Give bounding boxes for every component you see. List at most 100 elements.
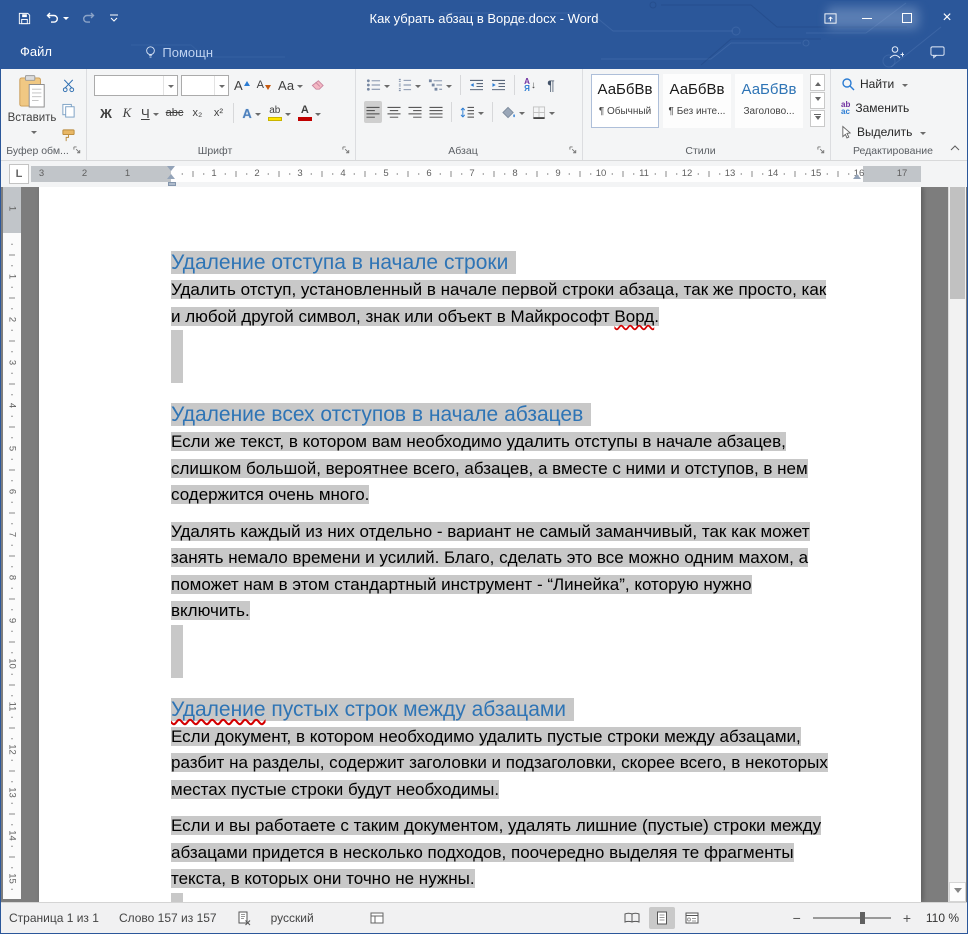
document-line[interactable] bbox=[171, 651, 863, 678]
document-line[interactable]: содержится очень много. bbox=[171, 482, 863, 509]
undo-icon[interactable] bbox=[44, 1, 69, 35]
shrink-font-button[interactable]: А bbox=[255, 74, 273, 96]
document-line[interactable]: Удаление пустых строк между абзацами bbox=[171, 696, 863, 724]
font-name-combobox[interactable] bbox=[94, 75, 178, 96]
styles-scroll-up-icon[interactable] bbox=[810, 74, 825, 91]
styles-dialog-launcher-icon[interactable] bbox=[816, 145, 827, 156]
maximize-button[interactable] bbox=[887, 1, 927, 35]
print-layout-button[interactable] bbox=[649, 907, 675, 929]
page-count[interactable]: Страница 1 из 1 bbox=[9, 911, 99, 925]
document-line[interactable]: местах пустые строки будут необходимы. bbox=[171, 777, 863, 804]
zoom-in-button[interactable]: + bbox=[903, 910, 911, 926]
close-button[interactable]: × bbox=[927, 1, 967, 35]
document-line[interactable]: Если же текст, в котором вам необходимо … bbox=[171, 429, 863, 456]
shading-button[interactable] bbox=[499, 101, 527, 123]
scrollbar-thumb[interactable] bbox=[950, 187, 965, 299]
macro-record-icon[interactable] bbox=[370, 912, 384, 924]
change-case-button[interactable]: Аа bbox=[276, 74, 305, 96]
align-left-button[interactable] bbox=[364, 101, 382, 123]
word-count[interactable]: Слово 157 из 157 bbox=[119, 911, 217, 925]
ribbon-tab[interactable]: Файл bbox=[7, 35, 133, 69]
zoom-slider-thumb[interactable] bbox=[860, 912, 865, 924]
document-line[interactable]: слишком большой, вероятнее всего, абзаце… bbox=[171, 456, 863, 483]
italic-button[interactable]: К bbox=[118, 102, 136, 124]
align-center-button[interactable] bbox=[385, 101, 403, 123]
document-line[interactable]: Если и вы работаете с таким документом, … bbox=[171, 813, 863, 840]
decrease-indent-button[interactable] bbox=[467, 74, 486, 96]
document-line[interactable] bbox=[171, 357, 863, 384]
document-line[interactable] bbox=[171, 625, 863, 652]
borders-button[interactable] bbox=[530, 101, 557, 123]
style-card[interactable]: АаБбВв ¶ Обычный bbox=[591, 74, 659, 128]
align-right-button[interactable] bbox=[406, 101, 424, 123]
document-line[interactable]: разбит на разделы, содержит заголовки и … bbox=[171, 750, 863, 777]
document-line[interactable] bbox=[171, 509, 863, 519]
document-line[interactable]: текста, в которых они точно не нужны. bbox=[171, 866, 863, 893]
cut-button[interactable] bbox=[59, 74, 78, 96]
paste-button[interactable]: Вставить bbox=[8, 74, 56, 150]
zoom-level[interactable]: 110 % bbox=[919, 911, 959, 925]
document-line[interactable]: Если документ, в котором необходимо удал… bbox=[171, 724, 863, 751]
font-size-dropdown-icon[interactable] bbox=[214, 76, 228, 95]
vertical-scrollbar[interactable] bbox=[948, 187, 966, 902]
redo-icon[interactable] bbox=[81, 1, 97, 35]
sort-button[interactable]: АЯ ↓ bbox=[521, 74, 539, 96]
ribbon-display-options-icon[interactable] bbox=[813, 1, 847, 35]
proofing-errors-icon[interactable] bbox=[237, 911, 251, 926]
read-mode-button[interactable] bbox=[619, 907, 645, 929]
bold-button[interactable]: Ж bbox=[97, 102, 115, 124]
document-line[interactable]: включить. bbox=[171, 598, 863, 625]
zoom-slider[interactable] bbox=[813, 917, 891, 919]
style-card[interactable]: АаБбВв Заголово... bbox=[735, 74, 803, 128]
undo-dropdown-icon[interactable] bbox=[63, 17, 69, 23]
document-line[interactable] bbox=[171, 330, 863, 357]
document-line[interactable]: занять немало времени и усилий. Благо, с… bbox=[171, 545, 863, 572]
line-spacing-button[interactable] bbox=[458, 101, 486, 123]
multilevel-list-button[interactable] bbox=[426, 74, 454, 96]
left-indent-marker[interactable] bbox=[168, 182, 176, 186]
replace-button[interactable]: abac Заменить bbox=[841, 98, 909, 118]
document-line[interactable]: Удаление всех отступов в начале абзацев bbox=[171, 401, 863, 429]
bullets-button[interactable] bbox=[364, 74, 392, 96]
share-person-icon[interactable] bbox=[888, 45, 904, 59]
format-painter-button[interactable] bbox=[59, 124, 78, 146]
text-effects-button[interactable]: А bbox=[240, 102, 262, 124]
style-card[interactable]: АаБбВв ¶ Без инте... bbox=[663, 74, 731, 128]
language-indicator[interactable]: русский bbox=[271, 911, 314, 925]
numbering-button[interactable] bbox=[395, 74, 423, 96]
text-highlight-button[interactable]: ab bbox=[266, 102, 293, 124]
document-line[interactable]: поможет нам в этом стандартный инструмен… bbox=[171, 572, 863, 599]
show-paragraph-marks-button[interactable]: ¶ bbox=[542, 74, 560, 96]
copy-button[interactable] bbox=[59, 99, 78, 121]
collapse-ribbon-icon[interactable] bbox=[950, 140, 960, 154]
grow-font-button[interactable]: А bbox=[232, 74, 252, 96]
clear-formatting-button[interactable] bbox=[308, 74, 327, 96]
clipboard-dialog-launcher-icon[interactable] bbox=[72, 145, 83, 156]
font-size-combobox[interactable] bbox=[181, 75, 229, 96]
document-page[interactable]: Удаление отступа в начале строкиУдалить … bbox=[39, 187, 921, 902]
select-button[interactable]: Выделить bbox=[841, 122, 926, 142]
font-dialog-launcher-icon[interactable] bbox=[341, 145, 352, 156]
document-line[interactable] bbox=[171, 803, 863, 813]
tab-help[interactable]: Помощн bbox=[133, 35, 225, 69]
save-icon[interactable] bbox=[17, 1, 32, 35]
font-color-button[interactable]: А bbox=[296, 102, 323, 124]
font-name-dropdown-icon[interactable] bbox=[163, 76, 177, 95]
document-line[interactable]: и любой другой символ, знак или объект в… bbox=[171, 304, 863, 331]
document-line[interactable]: Удалить отступ, установленный в начале п… bbox=[171, 277, 863, 304]
paste-dropdown-icon[interactable] bbox=[31, 131, 37, 137]
customize-qat-icon[interactable] bbox=[109, 1, 119, 35]
document-line[interactable] bbox=[171, 893, 863, 903]
justify-button[interactable] bbox=[427, 101, 445, 123]
paragraph-dialog-launcher-icon[interactable] bbox=[568, 145, 579, 156]
subscript-button[interactable]: x₂ bbox=[188, 102, 206, 124]
document-line[interactable]: Удаление отступа в начале строки bbox=[171, 249, 863, 277]
right-indent-marker[interactable] bbox=[853, 170, 861, 179]
strikethrough-button[interactable]: abc bbox=[164, 102, 186, 124]
scroll-down-button[interactable] bbox=[949, 882, 966, 902]
zoom-out-button[interactable]: − bbox=[793, 910, 801, 926]
superscript-button[interactable]: x² bbox=[209, 102, 227, 124]
document-line[interactable]: Удалять каждый из них отдельно - вариант… bbox=[171, 519, 863, 546]
styles-gallery-more-icon[interactable] bbox=[810, 110, 825, 127]
find-button[interactable]: Найти bbox=[841, 74, 908, 94]
